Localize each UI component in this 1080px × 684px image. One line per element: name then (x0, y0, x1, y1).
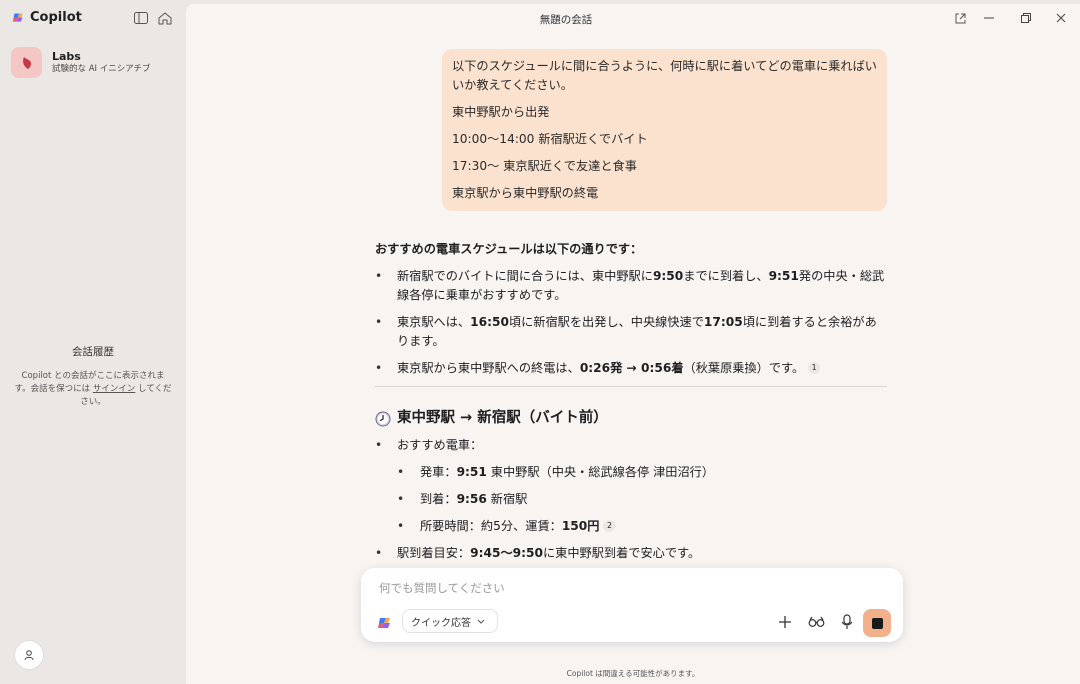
user-message-line: 東京駅から東中野駅の終電 (452, 186, 599, 200)
citation-badge[interactable]: 2 (603, 520, 616, 532)
summary-item: 東京駅へは、16:50頃に新宿駅を出発し、中央線快速で17:05頃に到着すると余… (375, 313, 887, 351)
answer-intro: おすすめの電車スケジュールは以下の通りです： (375, 242, 643, 256)
sidebar: Copilot Labs 試験的な AI イニシアチブ 会話履歴 Copilot… (0, 0, 186, 684)
microphone-icon[interactable] (838, 613, 856, 631)
text-segment: 9:45〜9:50 (470, 546, 543, 560)
text-segment: 東京駅へは、 (397, 315, 471, 329)
main-panel: 無題の会話 以下のスケジュールに間に合うように、何時に駅に着いてどの電車に乗れば… (186, 4, 1080, 684)
profile-button[interactable] (14, 640, 44, 670)
labs-item[interactable]: Labs 試験的な AI イニシアチブ (11, 47, 151, 78)
text-segment: 所要時間：約5分、運賃： (420, 519, 562, 533)
citation-badge[interactable]: 1 (808, 362, 821, 374)
brand[interactable]: Copilot (12, 10, 82, 25)
text-segment: 9:51 (456, 465, 487, 479)
home-icon[interactable] (157, 10, 173, 26)
copilot-logo-icon (12, 13, 23, 22)
add-icon[interactable] (776, 613, 794, 631)
detail-item: 発車：9:51 東中野駅（中央・総武線各停 津田沼行） (375, 463, 887, 482)
divider (375, 386, 887, 387)
sidebar-toggle-icon[interactable] (133, 10, 149, 26)
history-text: Copilot との会話がここに表示されます。会話を保つには サインイン してく… (14, 370, 172, 409)
mode-label: クイック応答 (411, 617, 471, 629)
text-segment: 9:56 (456, 492, 487, 506)
text-segment: 150円 (561, 519, 600, 533)
quick-response-dropdown[interactable]: クイック応答 (402, 609, 498, 633)
app-name: Copilot (30, 10, 82, 25)
section-heading: 東中野駅 → 新宿駅（バイト前） (375, 409, 887, 428)
labs-subtitle: 試験的な AI イニシアチブ (52, 64, 151, 74)
copilot-logo-icon (378, 618, 390, 628)
user-message-line: 以下のスケジュールに間に合うように、何時に駅に着いてどの電車に乗ればいいか教えて… (452, 59, 877, 92)
text-segment: （秋葉原乗換）です。 (683, 361, 805, 375)
text-segment: 16:50 (470, 315, 509, 329)
section-list: おすすめ電車： 発車：9:51 東中野駅（中央・総武線各停 津田沼行） 到着：9… (375, 436, 887, 563)
user-message-line: 東中野駅から出発 (452, 105, 550, 119)
section-heading-text: 東中野駅 → 新宿駅（バイト前） (397, 410, 608, 426)
composer: 何でも質問してください クイック応答 (361, 568, 903, 642)
labs-flask-icon (11, 47, 42, 78)
person-icon (24, 649, 34, 660)
stop-button[interactable] (863, 609, 891, 637)
text-segment: に東中野駅到着で安心です。 (542, 546, 701, 560)
arrival-item: 駅到着目安：9:45〜9:50に東中野駅到着で安心です。 (375, 544, 887, 563)
text-segment: 新宿駅 (486, 492, 528, 506)
text-segment: 東中野駅（中央・総武線各停 津田沼行） (486, 465, 715, 479)
text-segment: 新宿駅でのバイトに間に合うには、東中野駅に (397, 269, 653, 283)
signin-link[interactable]: サインイン (93, 384, 136, 394)
vision-glasses-icon[interactable] (807, 613, 825, 631)
summary-item: 新宿駅でのバイトに間に合うには、東中野駅に9:50までに到着し、9:51発の中央… (375, 267, 887, 305)
user-message-bubble: 以下のスケジュールに間に合うように、何時に駅に着いてどの電車に乗ればいいか教えて… (442, 49, 887, 211)
detail-item: 所要時間：約5分、運賃：150円2 (375, 517, 887, 536)
detail-item: 到着：9:56 新宿駅 (375, 490, 887, 509)
text-segment: 駅到着目安： (397, 546, 471, 560)
text-segment: 9:50 (652, 269, 684, 283)
text-segment: 発車： (420, 465, 457, 479)
stop-icon (871, 617, 883, 629)
recommend-label: おすすめ電車： (375, 436, 887, 455)
user-message-line: 17:30〜 東京駅近くで友達と食事 (452, 159, 637, 173)
message-input[interactable]: 何でも質問してください (379, 580, 505, 596)
text-segment: 17:05 (703, 315, 743, 329)
chevron-down-icon (477, 619, 485, 624)
clock-icon (375, 411, 391, 426)
summary-list: 新宿駅でのバイトに間に合うには、東中野駅に9:50までに到着し、9:51発の中央… (375, 267, 887, 378)
user-message-line: 10:00〜14:00 新宿駅近くでバイト (452, 132, 648, 146)
text-segment: までに到着し、 (683, 269, 769, 283)
text-segment: 0:26発 → 0:56着 (579, 361, 684, 375)
history-title: 会話履歴 (72, 346, 114, 358)
text-segment: 到着： (420, 492, 457, 506)
labs-title: Labs (52, 50, 81, 63)
summary-item: 東京駅から東中野駅への終電は、0:26発 → 0:56着（秋葉原乗換）です。1 (375, 359, 887, 378)
disclaimer: Copilot は間違える可能性があります。 (566, 669, 700, 678)
text-segment: 頃に新宿駅を出発し、中央線快速で (508, 315, 704, 329)
chat-area[interactable]: 以下のスケジュールに間に合うように、何時に駅に着いてどの電車に乗ればいいか教えて… (186, 4, 1080, 564)
text-segment: 9:51 (768, 269, 799, 283)
assistant-answer: おすすめの電車スケジュールは以下の通りです： 新宿駅でのバイトに間に合うには、東… (375, 240, 887, 564)
text-segment: 東京駅から東中野駅への終電は、 (397, 361, 580, 375)
